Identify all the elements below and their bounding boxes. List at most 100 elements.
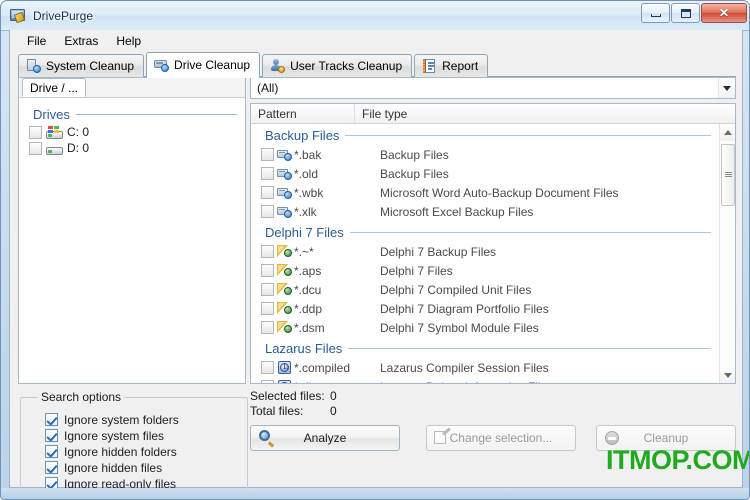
- backup-file-icon: [277, 205, 292, 218]
- drive-checkbox[interactable]: [29, 141, 42, 155]
- drive-item-c[interactable]: C: 0: [19, 124, 245, 140]
- table-row[interactable]: *.old Backup Files: [251, 164, 721, 183]
- system-cleanup-icon: [26, 59, 41, 73]
- row-checkbox[interactable]: [261, 186, 274, 199]
- row-filetype: Backup Files: [380, 166, 449, 181]
- chevron-down-icon: [724, 373, 732, 378]
- delphi-file-icon: [277, 321, 292, 334]
- selected-files-label: Selected files:: [250, 388, 325, 403]
- table-row[interactable]: *.dbg Lazarus Debug Information Files: [251, 377, 721, 384]
- button-label: Analyze: [303, 431, 347, 445]
- option-checkbox[interactable]: [45, 429, 58, 443]
- table-row[interactable]: *.ddp Delphi 7 Diagram Portfolio Files: [251, 299, 721, 318]
- section-divider: [349, 232, 711, 233]
- option-checkbox[interactable]: [45, 413, 58, 427]
- column-header-pattern[interactable]: Pattern: [251, 104, 355, 123]
- table-row[interactable]: *.xlk Microsoft Excel Backup Files: [251, 202, 721, 221]
- row-pattern: *.~*: [294, 244, 314, 259]
- tab-drive-cleanup[interactable]: Drive Cleanup: [146, 52, 261, 78]
- option-ignore-hidden-files[interactable]: Ignore hidden files: [39, 460, 235, 476]
- tab-label: Report: [442, 59, 479, 73]
- group-divider: [75, 114, 237, 115]
- list-vertical-scrollbar[interactable]: [719, 124, 735, 383]
- menu-item-file[interactable]: File: [18, 32, 55, 50]
- scrollbar-thumb[interactable]: [721, 144, 735, 206]
- tab-user-tracks-cleanup[interactable]: User Tracks Cleanup: [262, 54, 413, 77]
- row-checkbox[interactable]: [261, 167, 274, 180]
- scroll-up-button[interactable]: [720, 124, 735, 141]
- drives-group-label: Drives: [33, 107, 70, 122]
- drive-item-d[interactable]: D: 0: [19, 140, 245, 156]
- section-divider: [348, 348, 711, 349]
- drive-tabstrip: Drive / ...: [19, 78, 245, 98]
- table-row[interactable]: *.dcu Delphi 7 Compiled Unit Files: [251, 280, 721, 299]
- tab-report[interactable]: Report: [414, 54, 489, 77]
- titlebar: DrivePurge ✕: [1, 1, 749, 30]
- row-filetype: Delphi 7 Backup Files: [380, 244, 497, 259]
- table-row[interactable]: *.wbk Microsoft Word Auto-Backup Documen…: [251, 183, 721, 202]
- row-checkbox[interactable]: [261, 380, 274, 383]
- list-header: Pattern File type: [251, 104, 735, 124]
- row-filetype: Delphi 7 Files: [380, 263, 453, 278]
- right-column: (All) Pattern File type Backup Files *.b…: [250, 77, 736, 477]
- menu-bar: File Extras Help: [10, 30, 742, 51]
- row-checkbox[interactable]: [261, 148, 274, 161]
- option-checkbox[interactable]: [45, 461, 58, 475]
- maximize-button[interactable]: [671, 3, 700, 23]
- table-row[interactable]: *.~* Delphi 7 Backup Files: [251, 242, 721, 261]
- delphi-file-icon: [277, 302, 292, 315]
- option-checkbox[interactable]: [45, 445, 58, 459]
- button-label: Change selection...: [449, 431, 553, 445]
- option-ignore-hidden-folders[interactable]: Ignore hidden folders: [39, 444, 235, 460]
- drive-cleanup-icon: [154, 58, 170, 72]
- row-checkbox[interactable]: [261, 321, 274, 334]
- row-checkbox[interactable]: [261, 283, 274, 296]
- file-pattern-list[interactable]: Pattern File type Backup Files *.bak Bac…: [250, 103, 736, 384]
- row-pattern: *.ddp: [294, 301, 323, 316]
- drive-checkbox[interactable]: [29, 125, 42, 139]
- table-row[interactable]: *.compiled Lazarus Compiler Session File…: [251, 358, 721, 377]
- section-title: Lazarus Files: [265, 341, 343, 356]
- row-checkbox[interactable]: [261, 361, 274, 374]
- menu-item-extras[interactable]: Extras: [55, 32, 107, 50]
- section-header-delphi-7-files: Delphi 7 Files: [251, 221, 721, 242]
- row-pattern: *.wbk: [294, 185, 324, 200]
- row-checkbox[interactable]: [261, 245, 274, 258]
- drive-panel: Drive / ... Drives C: 0 D: 0: [18, 77, 246, 384]
- row-checkbox[interactable]: [261, 302, 274, 315]
- row-checkbox[interactable]: [261, 264, 274, 277]
- change-selection-button[interactable]: Change selection...: [426, 425, 576, 451]
- status-row-selected: Selected files: 0: [250, 388, 736, 403]
- minimize-button[interactable]: [641, 3, 670, 23]
- row-filetype: Delphi 7 Compiled Unit Files: [380, 282, 532, 297]
- scroll-down-button[interactable]: [720, 367, 735, 383]
- column-header-filetype[interactable]: File type: [355, 104, 735, 123]
- close-button[interactable]: ✕: [701, 3, 747, 23]
- lazarus-file-icon: [277, 361, 292, 374]
- status-summary: Selected files: 0 Total files: 0: [250, 388, 736, 418]
- option-ignore-system-folders[interactable]: Ignore system folders: [39, 412, 235, 428]
- chevron-down-icon[interactable]: [718, 78, 735, 98]
- row-checkbox[interactable]: [261, 205, 274, 218]
- table-row[interactable]: *.aps Delphi 7 Files: [251, 261, 721, 280]
- table-row[interactable]: *.bak Backup Files: [251, 145, 721, 164]
- option-ignore-system-files[interactable]: Ignore system files: [39, 428, 235, 444]
- row-pattern: *.dsm: [294, 320, 325, 335]
- table-row[interactable]: *.dsm Delphi 7 Symbol Module Files: [251, 318, 721, 337]
- drive-icon: [46, 142, 63, 155]
- tab-system-cleanup[interactable]: System Cleanup: [18, 54, 145, 77]
- close-icon: ✕: [718, 6, 730, 20]
- selected-files-value: 0: [330, 388, 337, 403]
- menu-item-help[interactable]: Help: [107, 32, 150, 50]
- total-files-label: Total files:: [250, 403, 304, 418]
- cleanup-button[interactable]: Cleanup: [596, 425, 736, 451]
- backup-file-icon: [277, 167, 292, 180]
- total-files-value: 0: [330, 403, 337, 418]
- tab-label: User Tracks Cleanup: [290, 59, 403, 73]
- action-button-row: Analyze Change selection... Cleanup: [250, 425, 736, 451]
- analyze-button[interactable]: Analyze: [250, 425, 400, 451]
- row-pattern: *.dbg: [294, 380, 380, 384]
- drive-tab[interactable]: Drive / ...: [22, 78, 87, 97]
- filter-combobox[interactable]: (All): [250, 77, 736, 99]
- section-divider: [345, 135, 711, 136]
